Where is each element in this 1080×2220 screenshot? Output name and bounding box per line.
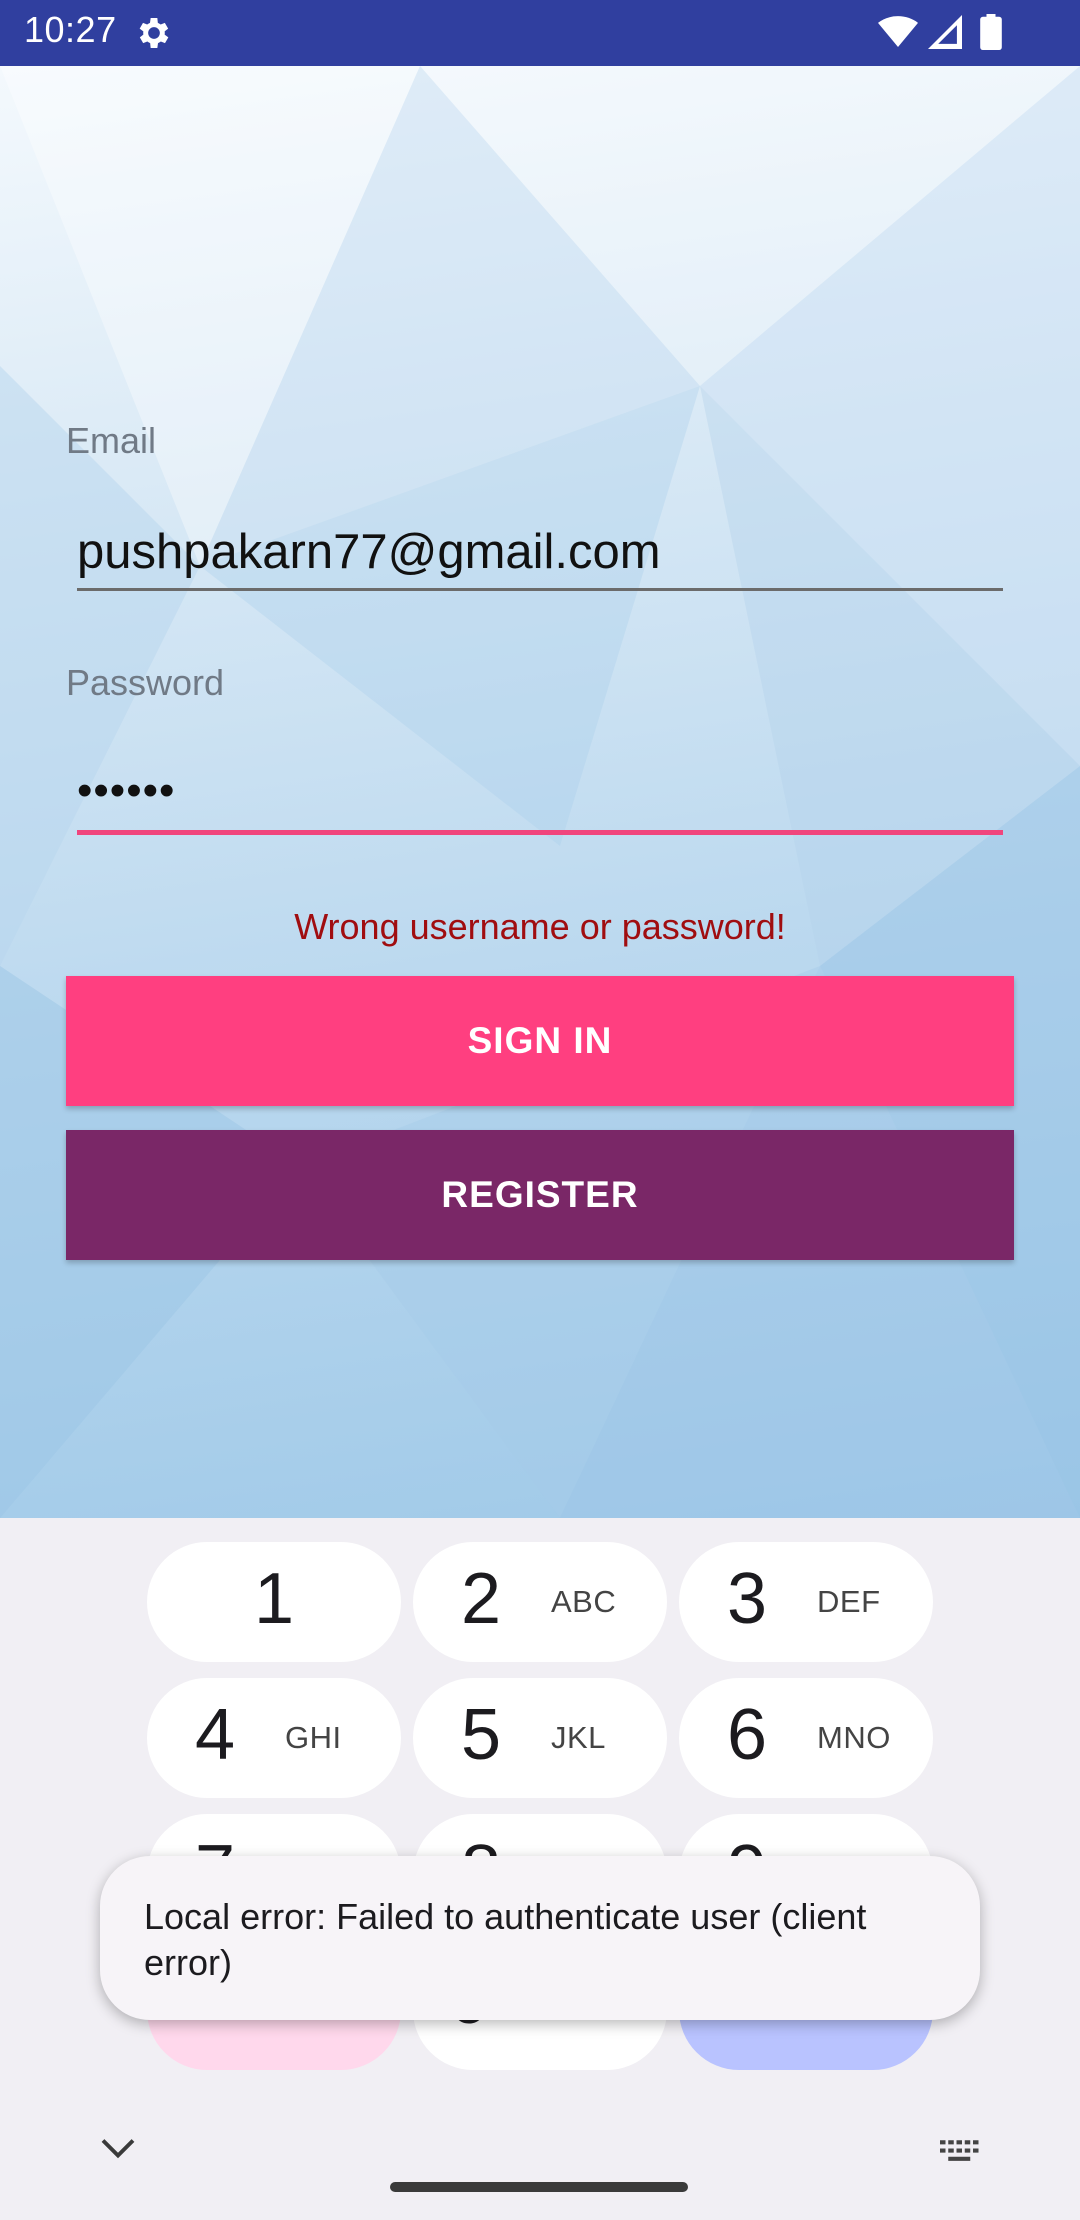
sign-in-button[interactable]: SIGN IN bbox=[66, 976, 1014, 1106]
key-6[interactable]: 6 MNO bbox=[679, 1678, 933, 1798]
key-1-digit: 1 bbox=[253, 1559, 295, 1639]
chevron-down-icon[interactable] bbox=[100, 2136, 136, 2160]
home-indicator[interactable] bbox=[390, 2182, 688, 2192]
email-underline bbox=[77, 588, 1003, 591]
key-2[interactable]: 2 ABC bbox=[413, 1542, 667, 1662]
email-field[interactable]: pushpakarn77@gmail.com bbox=[77, 524, 661, 580]
wifi-icon bbox=[878, 16, 918, 47]
key-4-digit: 4 bbox=[195, 1695, 236, 1775]
key-6-letters: MNO bbox=[817, 1720, 891, 1755]
signal-icon bbox=[928, 15, 962, 49]
key-5-digit: 5 bbox=[461, 1695, 502, 1775]
key-2-letters: ABC bbox=[551, 1584, 617, 1619]
battery-icon bbox=[980, 14, 1002, 50]
key-1[interactable]: 1 bbox=[147, 1542, 401, 1662]
email-label: Email bbox=[66, 420, 157, 461]
keyboard-icon[interactable] bbox=[940, 2140, 984, 2168]
key-2-digit: 2 bbox=[461, 1559, 502, 1639]
password-underline bbox=[77, 830, 1003, 835]
key-5-letters: JKL bbox=[551, 1720, 606, 1755]
key-3[interactable]: 3 DEF bbox=[679, 1542, 933, 1662]
toast-message: Local error: Failed to authenticate user… bbox=[100, 1856, 980, 2020]
key-5[interactable]: 5 JKL bbox=[413, 1678, 667, 1798]
error-message: Wrong username or password! bbox=[294, 906, 786, 947]
toast-text: Local error: Failed to authenticate user… bbox=[144, 1896, 867, 1983]
key-3-digit: 3 bbox=[727, 1559, 768, 1639]
status-bar: 10:27 bbox=[0, 0, 1080, 66]
login-screen: Email pushpakarn77@gmail.com Password ••… bbox=[0, 66, 1080, 1518]
gear-icon bbox=[139, 18, 169, 48]
password-label: Password bbox=[66, 662, 225, 703]
key-6-digit: 6 bbox=[727, 1695, 768, 1775]
key-3-letters: DEF bbox=[817, 1584, 881, 1619]
key-4-letters: GHI bbox=[285, 1720, 342, 1755]
status-time: 10:27 bbox=[24, 9, 117, 50]
key-4[interactable]: 4 GHI bbox=[147, 1678, 401, 1798]
password-field[interactable]: •••••• bbox=[77, 766, 175, 816]
register-button[interactable]: REGISTER bbox=[66, 1130, 1014, 1260]
